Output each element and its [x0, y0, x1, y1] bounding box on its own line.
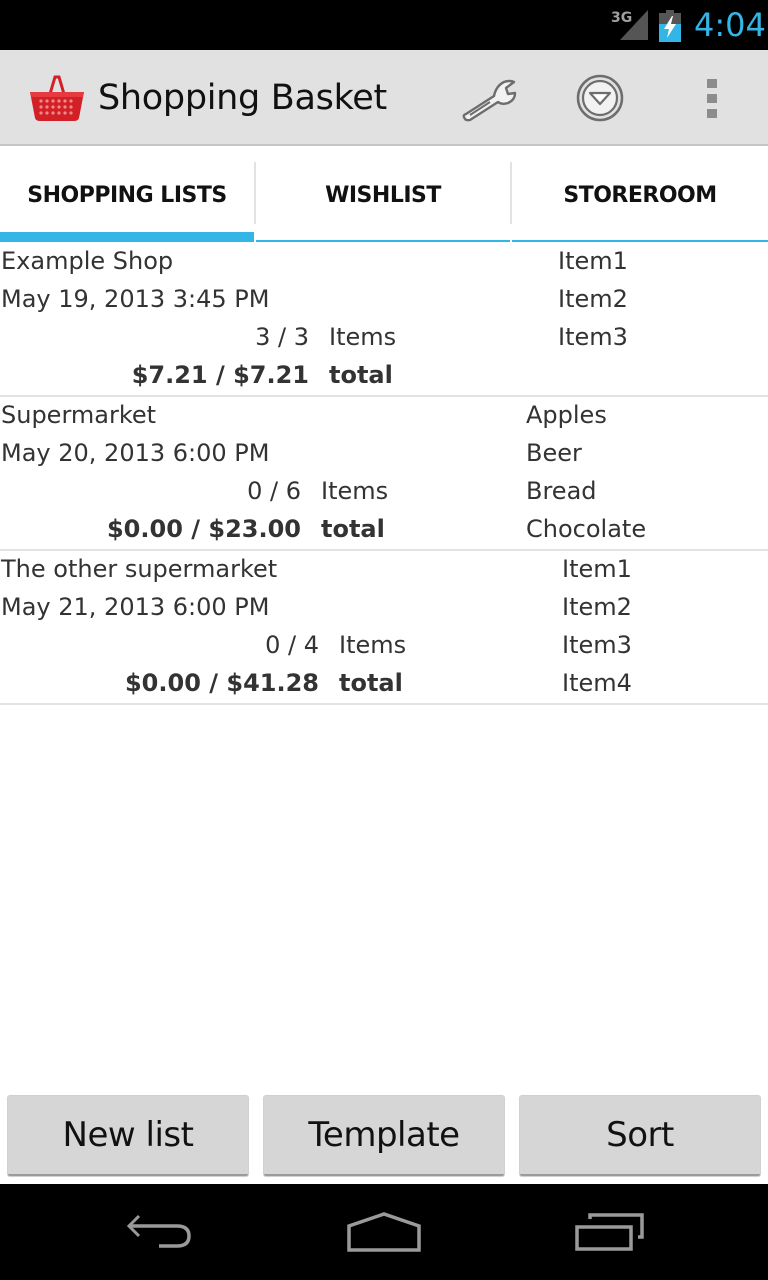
list-name: Example Shop	[1, 247, 174, 275]
back-icon	[126, 1214, 191, 1248]
total-label: total	[339, 669, 403, 697]
basket-logo-icon	[30, 75, 84, 121]
tab-label: WISHLIST	[325, 182, 441, 208]
tab-label: STOREROOM	[563, 182, 717, 208]
list-total: $0.00 / $41.28	[124, 669, 319, 697]
shopping-lists: Example Shop May 19, 2013 3:45 PM 3 / 3 …	[0, 243, 768, 705]
status-bar: 3G 4:04	[0, 0, 768, 50]
signal-icon	[620, 10, 648, 40]
list-entry: Item1	[562, 555, 632, 583]
filter-icon	[576, 74, 624, 122]
item-count: 0 / 4	[265, 631, 319, 659]
list-item[interactable]: Example Shop May 19, 2013 3:45 PM 3 / 3 …	[0, 243, 768, 397]
sort-button[interactable]: Sort	[520, 1096, 760, 1176]
settings-button[interactable]	[444, 50, 534, 146]
list-name: The other supermarket	[1, 555, 278, 583]
recent-apps-icon	[575, 1213, 644, 1251]
list-total: $7.21 / $7.21	[131, 361, 309, 389]
overflow-menu-button[interactable]	[667, 50, 757, 146]
tab-storeroom[interactable]: STOREROOM	[512, 148, 768, 242]
new-list-button[interactable]: New list	[8, 1096, 248, 1176]
battery-charging-icon	[659, 10, 681, 42]
tab-indicator	[512, 240, 768, 242]
filter-button[interactable]	[555, 50, 645, 146]
list-entry: Beer	[526, 439, 582, 467]
list-entry: Apples	[526, 401, 607, 429]
list-item[interactable]: Supermarket May 20, 2013 6:00 PM 0 / 6 I…	[0, 397, 768, 551]
list-entry: Item2	[562, 593, 632, 621]
overflow-menu-icon	[707, 79, 717, 118]
items-label: Items	[329, 323, 397, 351]
tab-label: SHOPPING LISTS	[27, 182, 227, 208]
wrench-icon	[462, 79, 517, 122]
total-label: total	[329, 361, 393, 389]
template-button[interactable]: Template	[264, 1096, 504, 1176]
home-icon	[347, 1212, 421, 1252]
list-name: Supermarket	[1, 401, 157, 429]
list-total: $0.00 / $23.00	[106, 515, 301, 543]
tab-wishlist[interactable]: WISHLIST	[256, 148, 510, 242]
items-label: Items	[321, 477, 389, 505]
app-title: Shopping Basket	[98, 78, 387, 118]
clock: 4:04	[694, 6, 766, 44]
tab-shopping-lists[interactable]: SHOPPING LISTS	[0, 148, 254, 242]
navigation-bar	[0, 1184, 768, 1280]
action-bar: Shopping Basket	[0, 50, 768, 146]
list-item[interactable]: The other supermarket May 21, 2013 6:00 …	[0, 551, 768, 705]
total-label: total	[321, 515, 385, 543]
list-date: May 21, 2013 6:00 PM	[1, 593, 270, 621]
list-entry: Bread	[526, 477, 597, 505]
item-count: 3 / 3	[255, 323, 309, 351]
back-button[interactable]	[90, 1184, 230, 1280]
tab-bar: SHOPPING LISTS WISHLIST STOREROOM	[0, 148, 768, 242]
list-entry: Item1	[558, 247, 628, 275]
home-button[interactable]	[314, 1184, 454, 1280]
item-count: 0 / 6	[247, 477, 301, 505]
items-label: Items	[339, 631, 407, 659]
list-date: May 20, 2013 6:00 PM	[1, 439, 270, 467]
bottom-button-bar: New list Template Sort	[0, 1090, 768, 1184]
list-entry: Item2	[558, 285, 628, 313]
list-entry: Item3	[558, 323, 628, 351]
tab-indicator	[0, 232, 254, 242]
list-entry: Item4	[562, 669, 632, 697]
list-date: May 19, 2013 3:45 PM	[1, 285, 270, 313]
list-entry: Chocolate	[526, 515, 647, 543]
tab-indicator	[256, 240, 510, 242]
recent-apps-button[interactable]	[540, 1184, 680, 1280]
list-entry: Item3	[562, 631, 632, 659]
